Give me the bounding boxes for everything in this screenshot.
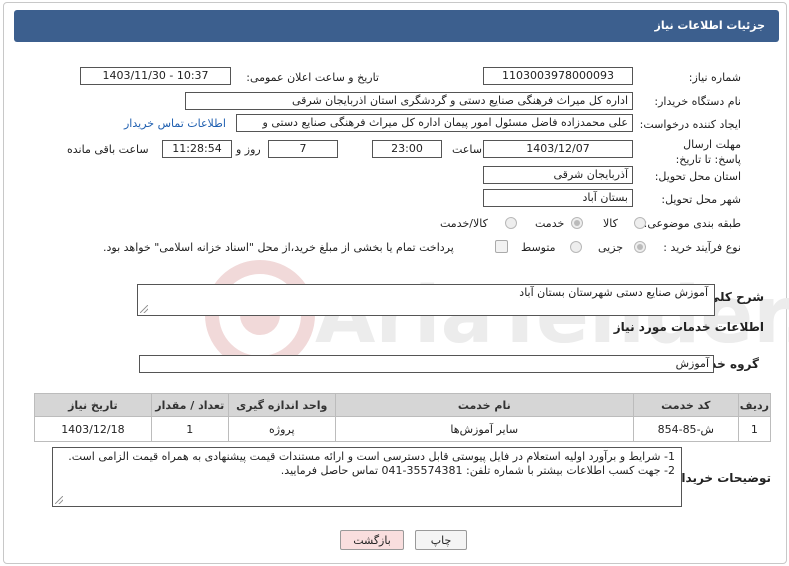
requester-field: علی محمدزاده فاضل مسئول امور پیمان اداره… xyxy=(236,114,633,132)
need-number-field: 1103003978000093 xyxy=(483,67,633,85)
province-field: آذربایجان شرقی xyxy=(483,166,633,184)
category-label: طبقه بندی موضوعی: xyxy=(643,217,741,230)
deadline-label: مهلت ارسال پاسخ: تا تاریخ: xyxy=(675,138,741,166)
service-group-field: آموزش xyxy=(139,355,714,373)
resize-grip-icon[interactable] xyxy=(55,496,63,504)
cell-quantity: 1 xyxy=(150,416,229,442)
days-label: روز و xyxy=(236,143,261,156)
deadline-time-label: ساعت xyxy=(452,143,482,156)
services-section-title: اطلاعات خدمات مورد نیاز xyxy=(613,320,764,334)
remaining-time-label: ساعت باقی مانده xyxy=(67,143,149,156)
buyer-notes-line-1: 1- شرایط و برآورد اولیه استعلام در فایل … xyxy=(68,450,675,463)
city-field: بستان آباد xyxy=(483,189,633,207)
process-option-medium: متوسط xyxy=(521,241,556,254)
col-row: ردیف xyxy=(737,393,772,417)
category-radio-goods[interactable] xyxy=(634,217,646,229)
buyer-contact-link[interactable]: اطلاعات تماس خریدار xyxy=(124,117,226,130)
category-option-goods: کالا xyxy=(603,217,618,230)
treasury-payment-checkbox[interactable] xyxy=(495,240,508,253)
summary-field: آموزش صنایع دستی شهرستان بستان آباد xyxy=(137,284,715,316)
services-table: ردیف کد خدمت نام خدمت واحد اندازه گیری ت… xyxy=(34,393,772,442)
cell-need-date: 1403/12/18 xyxy=(34,416,152,442)
print-button[interactable]: چاپ xyxy=(415,530,467,550)
deadline-time-field: 23:00 xyxy=(372,140,442,158)
summary-text: آموزش صنایع دستی شهرستان بستان آباد xyxy=(519,286,708,299)
category-radio-service[interactable] xyxy=(571,217,583,229)
category-option-goods-service: کالا/خدمت xyxy=(440,217,488,230)
buyer-notes-line-2: 2- جهت کسب اطلاعات بیشتر با شماره تلفن: … xyxy=(280,464,675,477)
col-service-code: کد خدمت xyxy=(632,393,739,417)
col-unit: واحد اندازه گیری xyxy=(227,393,336,417)
treasury-payment-note: پرداخت تمام یا بخشی از مبلغ خرید،از محل … xyxy=(103,241,454,254)
days-remaining-field: 7 xyxy=(268,140,338,158)
process-option-minor: جزیی xyxy=(598,241,624,254)
resize-grip-icon[interactable] xyxy=(140,305,148,313)
announce-datetime-label: تاریخ و ساعت اعلان عمومی: xyxy=(246,71,379,84)
cell-service-name: سایر آموزش‌ها xyxy=(334,416,634,442)
category-radio-goods-service[interactable] xyxy=(505,217,517,229)
process-radio-medium[interactable] xyxy=(570,241,582,253)
process-type-label: نوع فرآیند خرید : xyxy=(663,241,741,254)
page-title: جزئیات اطلاعات نیاز xyxy=(654,19,766,32)
province-label: استان محل تحویل: xyxy=(654,170,741,183)
remaining-time-field: 11:28:54 xyxy=(162,140,232,158)
buyer-org-field: اداره کل میراث فرهنگی صنایع دستی و گردشگ… xyxy=(185,92,633,110)
deadline-date-field: 1403/12/07 xyxy=(483,140,633,158)
city-label: شهر محل تحویل: xyxy=(661,193,741,206)
cell-unit: پروژه xyxy=(227,416,336,442)
page-header: جزئیات اطلاعات نیاز xyxy=(14,10,779,42)
col-service-name: نام خدمت xyxy=(334,393,634,417)
requester-label: ایجاد کننده درخواست: xyxy=(639,118,741,131)
announce-datetime-field: 1403/11/30 - 10:37 xyxy=(80,67,231,85)
buyer-notes-field: 1- شرایط و برآورد اولیه استعلام در فایل … xyxy=(52,447,682,507)
buyer-org-label: نام دستگاه خریدار: xyxy=(654,95,741,108)
cell-row: 1 xyxy=(737,416,772,442)
table-row: 1 ش-85-854 سایر آموزش‌ها پروژه 1 1403/12… xyxy=(34,416,772,442)
buyer-notes-label: توضیحات خریدار: xyxy=(669,471,771,485)
col-quantity: تعداد / مقدار xyxy=(150,393,229,417)
back-button[interactable]: بازگشت xyxy=(340,530,404,550)
col-need-date: تاریخ نیاز xyxy=(34,393,152,417)
cell-service-code: ش-85-854 xyxy=(632,416,739,442)
process-radio-minor[interactable] xyxy=(634,241,646,253)
need-number-label: شماره نیاز: xyxy=(688,71,741,84)
category-option-service: خدمت xyxy=(535,217,565,230)
